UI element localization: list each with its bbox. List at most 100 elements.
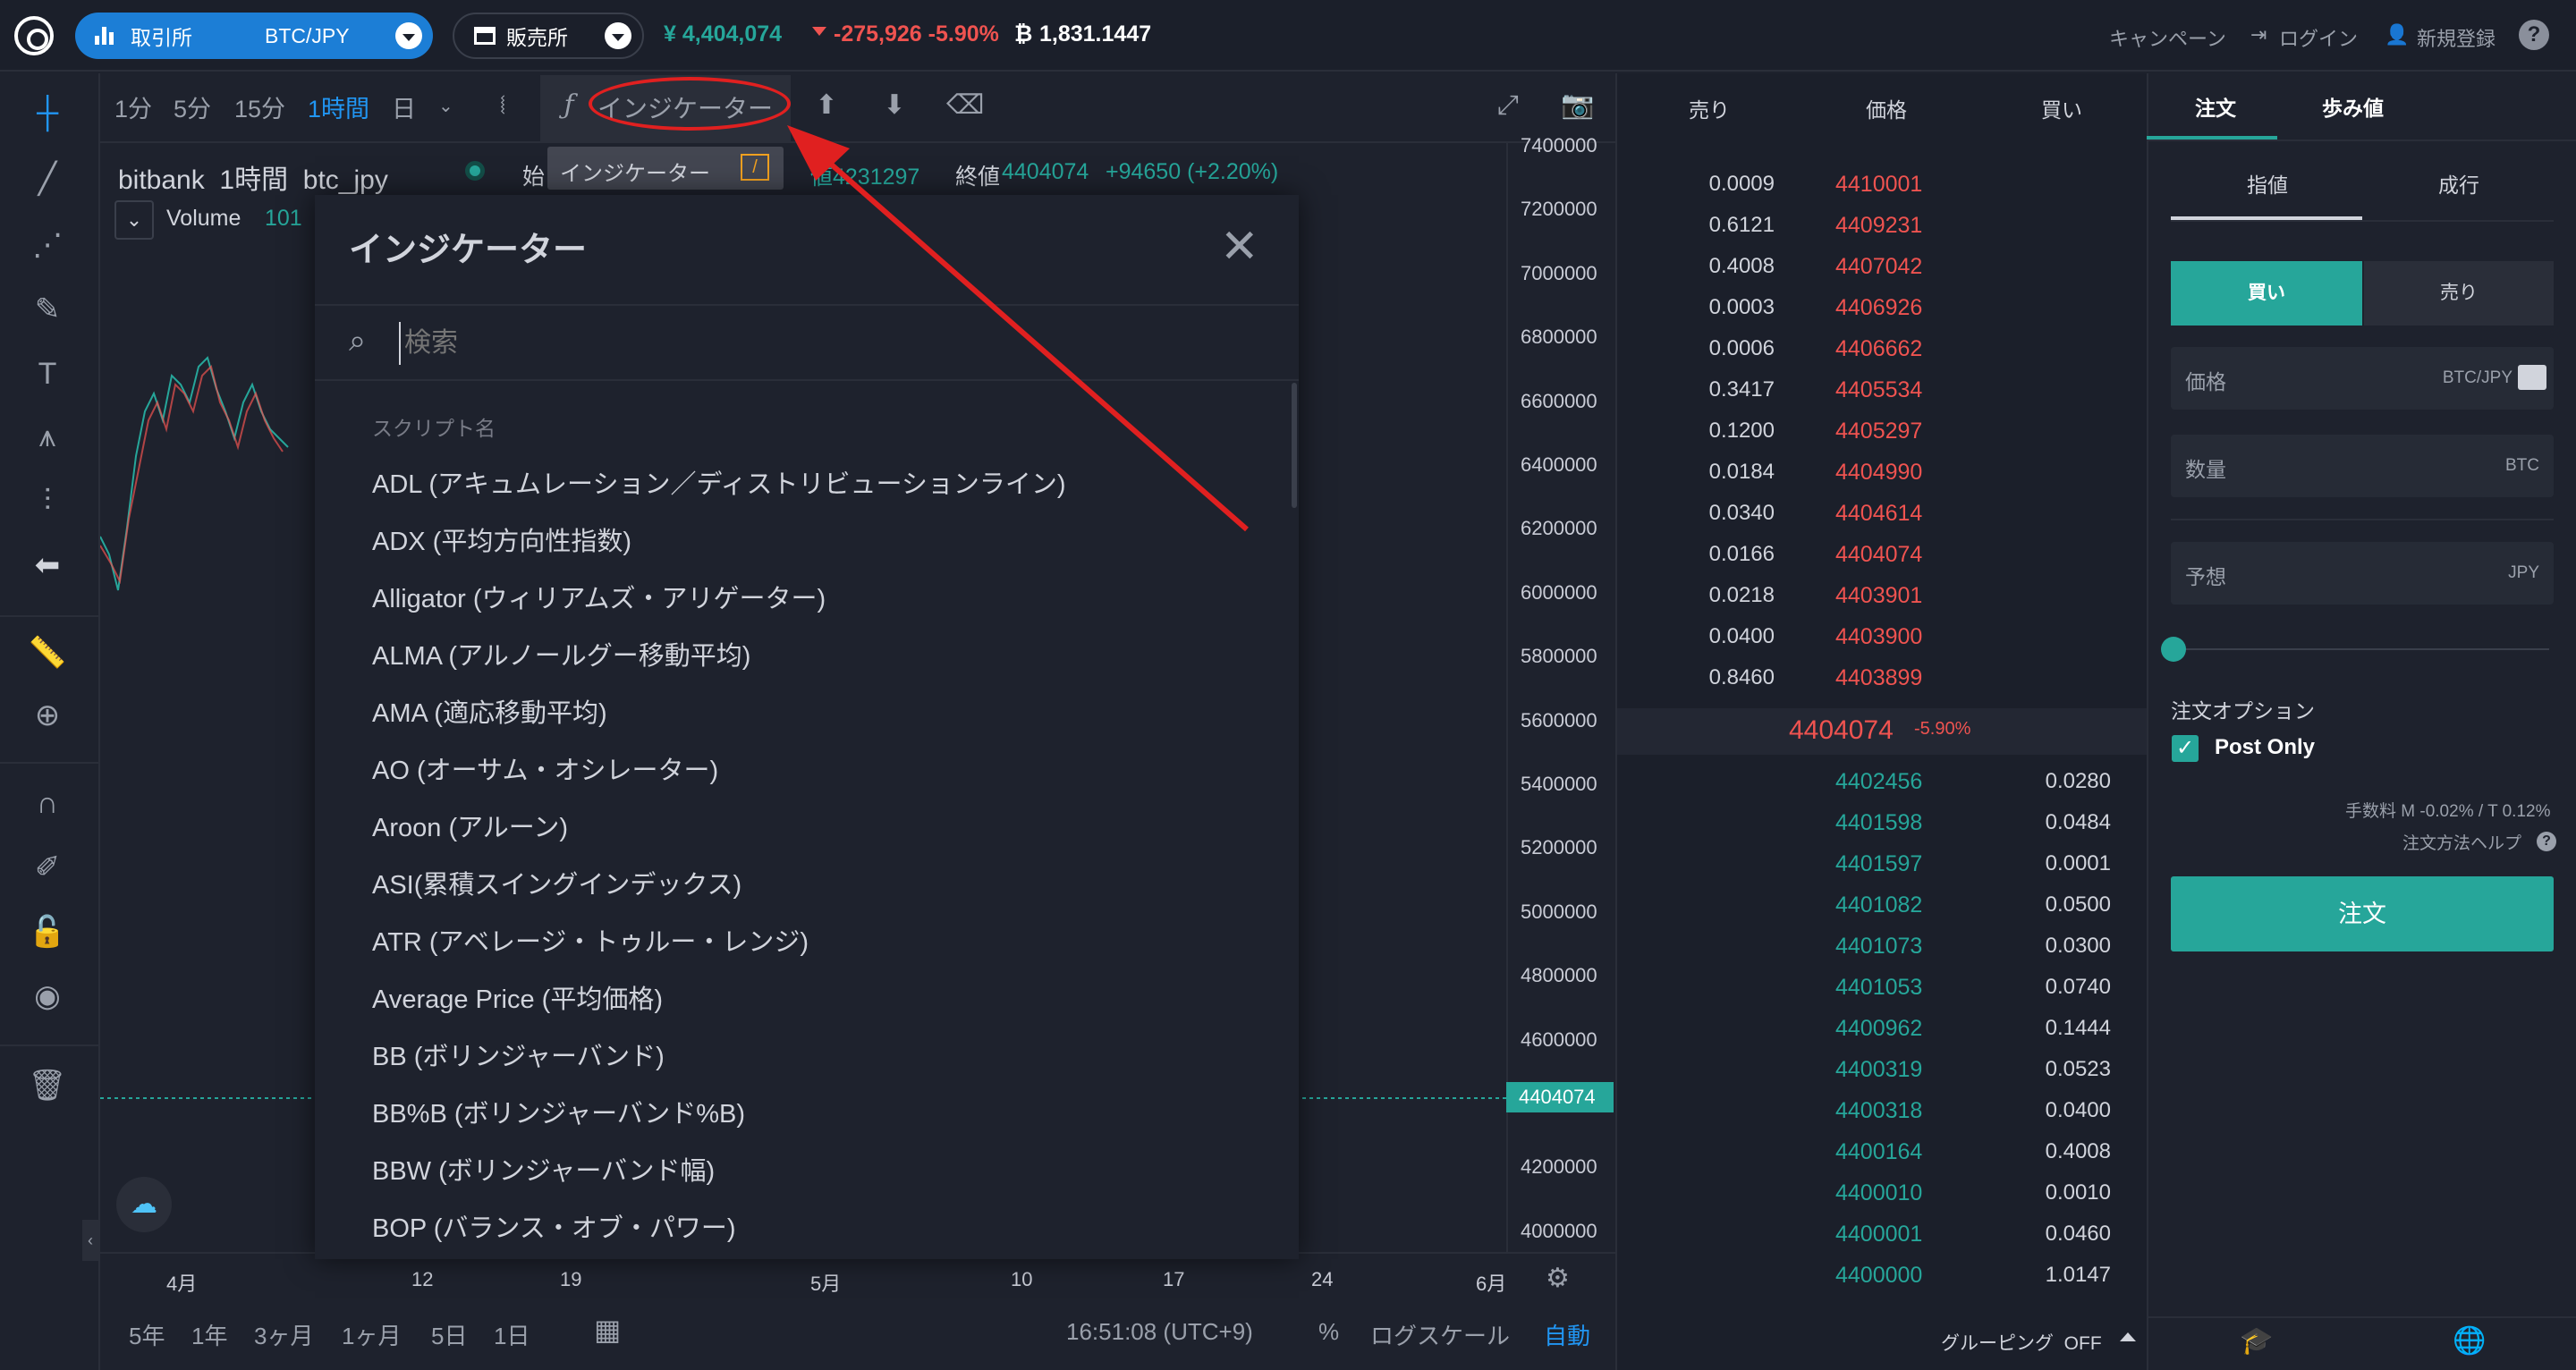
indicator-item[interactable]: Aroon (アルーン) bbox=[372, 807, 568, 844]
shop-selector[interactable]: 販売所 bbox=[453, 13, 644, 59]
grouping-toggle[interactable]: グルーピング OFF bbox=[1941, 1329, 2102, 1356]
pattern-icon[interactable]: ⩚ bbox=[25, 419, 70, 454]
tab-trades[interactable]: 歩み値 bbox=[2322, 91, 2384, 122]
ask-price[interactable]: 4410001 bbox=[1835, 172, 1922, 198]
ask-price[interactable]: 4404990 bbox=[1835, 460, 1922, 486]
lock-drawing-icon[interactable]: ✐ bbox=[25, 850, 70, 885]
range-1[interactable]: 1年 bbox=[191, 1318, 227, 1351]
eye-icon[interactable]: ◉ bbox=[25, 978, 70, 1014]
indicator-item[interactable]: ATR (アベレージ・トゥルー・レンジ) bbox=[372, 921, 809, 959]
slider-track[interactable] bbox=[2174, 648, 2549, 650]
bid-price[interactable]: 4400000 bbox=[1835, 1263, 1922, 1289]
magnet-icon[interactable]: ∩ bbox=[25, 785, 70, 821]
range-3[interactable]: 1ヶ月 bbox=[342, 1318, 401, 1351]
timeframe-day[interactable]: 日 bbox=[392, 89, 416, 124]
bid-price[interactable]: 4401082 bbox=[1835, 892, 1922, 918]
trend-line-icon[interactable]: ╱ bbox=[25, 161, 70, 197]
indicator-item[interactable]: ASI(累積スイングインデックス) bbox=[372, 864, 741, 901]
chevron-down-icon[interactable]: ⌄ bbox=[114, 200, 154, 240]
calendar-icon[interactable]: ▦ bbox=[594, 1313, 621, 1347]
amount-field[interactable]: 数量 BTC bbox=[2171, 435, 2554, 497]
ask-price[interactable]: 4405534 bbox=[1835, 377, 1922, 403]
text-icon[interactable]: T bbox=[25, 356, 70, 392]
timeframe-1h[interactable]: 1時間 bbox=[308, 89, 369, 124]
buy-button[interactable]: 買い bbox=[2171, 261, 2362, 326]
tab-market[interactable]: 成行 bbox=[2438, 168, 2479, 199]
exchange-selector[interactable]: 取引所 BTC/JPY bbox=[75, 13, 433, 59]
tradingview-logo[interactable]: ☁ bbox=[116, 1177, 172, 1232]
crosshair-icon[interactable]: ┼ bbox=[25, 95, 70, 131]
brush-icon[interactable]: ✎ bbox=[25, 292, 70, 327]
ask-price[interactable]: 4403901 bbox=[1835, 583, 1922, 609]
fullscreen-icon[interactable]: ⤢ bbox=[1490, 88, 1526, 123]
scrollbar[interactable] bbox=[1292, 383, 1297, 508]
bid-price[interactable]: 4400001 bbox=[1835, 1222, 1922, 1247]
submit-order-button[interactable]: 注文 bbox=[2171, 876, 2554, 951]
tab-order[interactable]: 注文 bbox=[2195, 91, 2236, 122]
price-field[interactable]: 価格 BTC/JPY bbox=[2171, 347, 2554, 410]
indicator-item[interactable]: Average Price (平均価格) bbox=[372, 978, 663, 1016]
sell-button[interactable]: 売り bbox=[2364, 261, 2554, 326]
log-scale-toggle[interactable]: ログスケール bbox=[1370, 1318, 1510, 1351]
ask-price[interactable]: 4404074 bbox=[1835, 542, 1922, 568]
timeframe-1m[interactable]: 1分 bbox=[114, 89, 152, 124]
bid-price[interactable]: 4400319 bbox=[1835, 1057, 1922, 1083]
indicator-item[interactable]: ALMA (アルノールグー移動平均) bbox=[372, 635, 750, 672]
indicator-item[interactable]: AO (オーサム・オシレーター) bbox=[372, 749, 718, 787]
range-0[interactable]: 5年 bbox=[129, 1318, 165, 1351]
ask-price[interactable]: 4406926 bbox=[1835, 295, 1922, 321]
range-5[interactable]: 1日 bbox=[494, 1318, 530, 1351]
slider-handle[interactable] bbox=[2161, 637, 2186, 662]
bid-price[interactable]: 4401053 bbox=[1835, 975, 1922, 1001]
indicator-item[interactable]: BB (ボリンジャーバンド) bbox=[372, 1036, 665, 1073]
range-2[interactable]: 3ヶ月 bbox=[254, 1318, 313, 1351]
indicator-item[interactable]: BB%B (ボリンジャーバンド%B) bbox=[372, 1093, 745, 1130]
ask-price[interactable]: 4405297 bbox=[1835, 419, 1922, 444]
prediction-icon[interactable]: ⫶ bbox=[25, 483, 70, 519]
ask-price[interactable]: 4403900 bbox=[1835, 624, 1922, 650]
user-icon[interactable]: 👤 bbox=[2385, 23, 2409, 47]
ask-price[interactable]: 4407042 bbox=[1835, 254, 1922, 280]
trash-icon[interactable]: 🗑 bbox=[25, 1068, 70, 1104]
post-only-checkbox[interactable]: ✓ bbox=[2172, 735, 2199, 762]
order-help-link[interactable]: 注文方法ヘルプ bbox=[2402, 830, 2521, 854]
bid-price[interactable]: 4401598 bbox=[1835, 810, 1922, 836]
ask-price[interactable]: 4406662 bbox=[1835, 336, 1922, 362]
back-arrow-icon[interactable]: ⬅ bbox=[25, 547, 70, 583]
chevron-up-icon[interactable] bbox=[2120, 1332, 2136, 1341]
bid-price[interactable]: 4402456 bbox=[1835, 769, 1922, 795]
candle-style-icon[interactable]: ⧙ bbox=[485, 88, 521, 123]
tab-limit[interactable]: 指値 bbox=[2247, 168, 2288, 199]
range-4[interactable]: 5日 bbox=[431, 1318, 467, 1351]
unlock-icon[interactable]: 🔓 bbox=[25, 914, 70, 950]
ask-price[interactable]: 4404614 bbox=[1835, 501, 1922, 527]
graduation-cap-icon[interactable]: 🎓 bbox=[2240, 1325, 2273, 1357]
ask-price[interactable]: 4409231 bbox=[1835, 213, 1922, 239]
indicator-item[interactable]: ADX (平均方向性指数) bbox=[372, 520, 631, 558]
globe-icon[interactable]: 🌐 bbox=[2453, 1325, 2486, 1357]
collapse-handle[interactable]: ‹ bbox=[82, 1220, 98, 1261]
bid-price[interactable]: 4400164 bbox=[1835, 1139, 1922, 1165]
bid-price[interactable]: 4401073 bbox=[1835, 934, 1922, 960]
indicator-item[interactable]: AMA (適応移動平均) bbox=[372, 692, 607, 730]
settings-icon[interactable]: ⚙ bbox=[1546, 1263, 1570, 1294]
help-icon[interactable]: ? bbox=[2537, 832, 2556, 851]
indicator-item[interactable]: Alligator (ウィリアムズ・アリゲーター) bbox=[372, 578, 826, 615]
ruler-icon[interactable]: 📏 bbox=[25, 635, 70, 671]
bid-price[interactable]: 4400318 bbox=[1835, 1098, 1922, 1124]
campaign-link[interactable]: キャンペーン bbox=[2109, 23, 2226, 52]
indicator-item[interactable]: BBW (ボリンジャーバンド幅) bbox=[372, 1150, 715, 1188]
bid-price[interactable]: 4400010 bbox=[1835, 1180, 1922, 1206]
camera-icon[interactable]: 📷 bbox=[1560, 88, 1596, 123]
percent-toggle[interactable]: % bbox=[1318, 1318, 1339, 1346]
zoom-in-icon[interactable]: ⊕ bbox=[25, 698, 70, 733]
chevron-down-icon[interactable]: ⌄ bbox=[438, 95, 453, 117]
pitchfork-icon[interactable]: ⋰ bbox=[25, 227, 70, 263]
auto-scale-toggle[interactable]: 自動 bbox=[1544, 1318, 1590, 1351]
timeframe-15m[interactable]: 15分 bbox=[234, 89, 285, 124]
bid-price[interactable]: 4401597 bbox=[1835, 851, 1922, 877]
login-icon[interactable]: ⇥ bbox=[2250, 23, 2267, 47]
indicator-item[interactable]: BOP (バランス・オブ・パワー) bbox=[372, 1207, 736, 1245]
help-icon[interactable]: ? bbox=[2519, 20, 2549, 50]
timeframe-5m[interactable]: 5分 bbox=[174, 89, 211, 124]
